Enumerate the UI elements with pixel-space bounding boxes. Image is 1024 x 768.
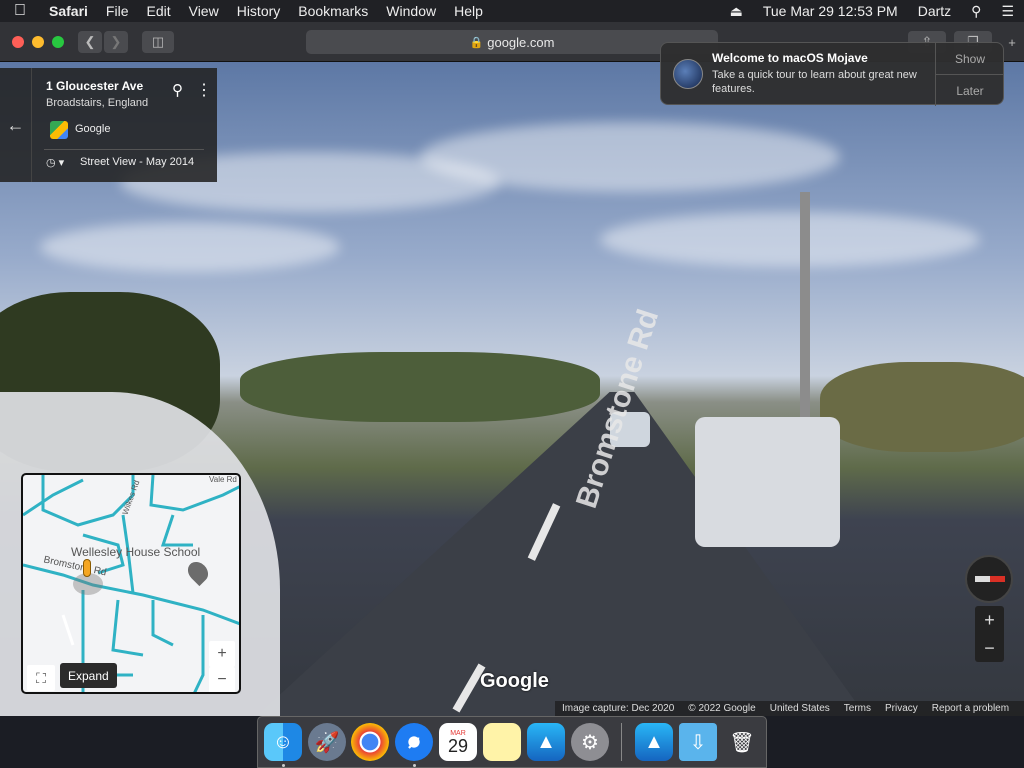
launchpad-icon[interactable]: 🚀 (308, 723, 346, 761)
menu-safari[interactable]: Safari (40, 3, 97, 19)
map-pin-icon[interactable]: ⚲ (172, 81, 183, 99)
terms-link[interactable]: Terms (844, 703, 871, 714)
apple-menu-icon[interactable]:  (0, 2, 40, 20)
menu-help[interactable]: Help (445, 3, 492, 19)
dock: ☺ 🚀 ➚ MAR 29 ▲ ⚙ ▲ ⇩ 🗑 (257, 716, 767, 768)
user-menu[interactable]: Dartz (918, 3, 951, 19)
minimap-vale-label: Vale Rd (209, 475, 237, 484)
menu-view[interactable]: View (180, 3, 228, 19)
show-button[interactable]: Show (936, 43, 1004, 74)
history-icon[interactable]: ◷ ▾ (46, 156, 64, 169)
sidebar-toggle-icon[interactable]: ◫ (142, 31, 174, 53)
minimap-zoom-out-button[interactable]: − (209, 667, 235, 692)
notification-body: Take a quick tour to learn about great n… (712, 69, 917, 95)
later-button[interactable]: Later (936, 75, 1004, 106)
notes-icon[interactable] (483, 723, 521, 761)
minimize-window-button[interactable] (32, 36, 44, 48)
menu-file[interactable]: File (97, 3, 138, 19)
zoom-out-button[interactable]: − (975, 634, 1004, 662)
forward-button[interactable]: ❯ (104, 31, 128, 53)
eject-icon[interactable]: ⏏ (730, 3, 743, 20)
pegman-icon[interactable] (83, 559, 91, 577)
report-problem-link[interactable]: Report a problem (932, 703, 1009, 714)
menu-bar:  Safari File Edit View History Bookmark… (0, 0, 1024, 22)
location-subtitle: Broadstairs, England (46, 97, 149, 109)
macos-mojave-icon (673, 59, 703, 89)
zoom-control: + − (975, 606, 1004, 662)
google-logo: Google (480, 670, 549, 692)
google-maps-link[interactable]: Google (75, 123, 110, 135)
minimap-zoom-in-button[interactable]: + (209, 641, 235, 667)
menu-bookmarks[interactable]: Bookmarks (289, 3, 377, 19)
back-button[interactable]: ❮ (78, 31, 102, 53)
compass-needle-icon (975, 576, 1005, 582)
street-view-date[interactable]: Street View - May 2014 (80, 156, 194, 168)
calendar-icon[interactable]: MAR 29 (439, 723, 477, 761)
menu-history[interactable]: History (228, 3, 290, 19)
trash-icon[interactable]: 🗑 (723, 723, 761, 761)
downloads-folder-icon[interactable]: ⇩ (679, 723, 717, 761)
lock-icon: 🔒 (469, 36, 484, 49)
google-maps-icon (50, 121, 68, 139)
mojave-notification: Welcome to macOS Mojave Take a quick tou… (660, 42, 1004, 106)
notification-center-icon[interactable]: ☰ (1001, 3, 1014, 20)
address-bar[interactable]: 🔒 google.com (306, 30, 718, 54)
address-bar-url: google.com (487, 34, 555, 50)
location-info-card: ← 1 Gloucester Ave Broadstairs, England … (0, 68, 217, 182)
minimap-school-label: Wellesley House School (71, 545, 201, 559)
app-store-download-icon[interactable]: ▲ (635, 723, 673, 761)
close-window-button[interactable] (12, 36, 24, 48)
street-view-minimap[interactable]: Wellesley House School Bromstone Rd Wilk… (21, 473, 241, 694)
app-store-icon[interactable]: ▲ (527, 723, 565, 761)
parked-van (695, 417, 840, 547)
calendar-day: 29 (447, 735, 469, 756)
back-arrow-icon[interactable]: ← (0, 68, 32, 182)
zoom-in-button[interactable]: + (975, 606, 1004, 634)
system-preferences-icon[interactable]: ⚙ (571, 723, 609, 761)
image-capture-date: Image capture: Dec 2020 (562, 703, 675, 714)
menu-edit[interactable]: Edit (137, 3, 179, 19)
region-link[interactable]: United States (770, 703, 830, 714)
expand-tooltip: Expand (60, 663, 117, 688)
chrome-icon[interactable] (351, 723, 389, 761)
zoom-window-button[interactable] (52, 36, 64, 48)
copyright: © 2022 Google (688, 703, 756, 714)
menu-window[interactable]: Window (377, 3, 445, 19)
clock[interactable]: Tue Mar 29 12:53 PM (763, 3, 898, 19)
spotlight-search-icon[interactable]: ⚲ (971, 3, 981, 20)
map-footer: Image capture: Dec 2020 © 2022 Google Un… (555, 701, 1024, 716)
privacy-link[interactable]: Privacy (885, 703, 918, 714)
more-options-icon[interactable]: ⋮ (196, 80, 212, 100)
notification-title: Welcome to macOS Mojave (712, 51, 868, 65)
expand-map-icon[interactable]: ⛶ (27, 665, 55, 691)
location-title: 1 Gloucester Ave (46, 79, 144, 93)
safari-icon[interactable]: ➚ (395, 723, 433, 761)
compass-button[interactable] (965, 555, 1013, 603)
finder-icon[interactable]: ☺ (264, 723, 302, 761)
